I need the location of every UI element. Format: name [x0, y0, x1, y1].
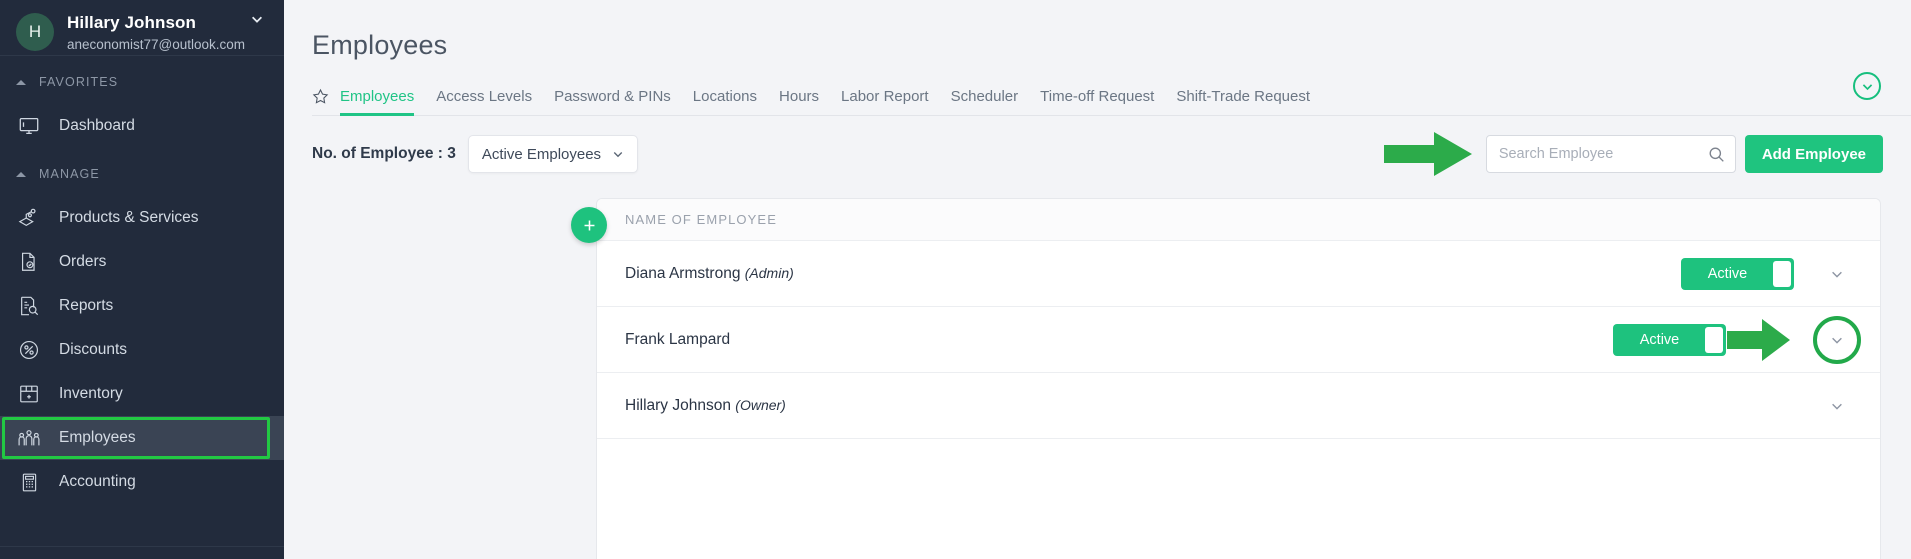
- search-icon[interactable]: [1708, 146, 1725, 163]
- row-expand-button[interactable]: [1794, 399, 1880, 413]
- tab-locations[interactable]: Locations: [693, 88, 757, 115]
- toolbar: No. of Employee : 3 Active Employees Sea…: [312, 132, 1883, 176]
- chevron-down-icon[interactable]: [250, 12, 264, 26]
- percent-badge-icon: [16, 337, 42, 363]
- page-title: Employees: [312, 30, 448, 60]
- row-actions: Active: [1613, 307, 1880, 373]
- sidebar: H Hillary Johnson aneconomist77@outlook.…: [0, 0, 284, 559]
- toggle-knob: [1773, 261, 1791, 287]
- tab-employees[interactable]: Employees: [340, 88, 415, 116]
- star-outline-icon[interactable]: [312, 88, 329, 105]
- sidebar-item-label: Accounting: [59, 473, 136, 490]
- row-actions: Active: [1681, 241, 1880, 307]
- triangle-up-icon: [16, 79, 26, 85]
- sidebar-item-label: Orders: [59, 253, 107, 270]
- sidebar-section-label: MANAGE: [39, 167, 100, 181]
- search-employee-field[interactable]: [1485, 135, 1736, 173]
- table-row[interactable]: Diana Armstrong (Admin) Active: [597, 241, 1880, 307]
- status-badge: Active: [1707, 266, 1748, 282]
- chevron-down-icon: [612, 148, 624, 160]
- add-employee-button[interactable]: Add Employee: [1744, 135, 1883, 173]
- employee-name-cell: Frank Lampard: [625, 331, 730, 349]
- sidebar-item-products-services[interactable]: Products & Services: [0, 196, 284, 240]
- employee-role: (Owner): [735, 396, 786, 413]
- monitor-icon: [16, 113, 42, 139]
- tab-password-pins[interactable]: Password & PINs: [554, 88, 671, 115]
- tab-bar: Employees Access Levels Password & PINs …: [312, 72, 1911, 116]
- employee-name: Hillary Johnson: [625, 396, 731, 414]
- sidebar-item-reports[interactable]: Reports: [0, 284, 284, 328]
- sidebar-section-manage[interactable]: MANAGE: [0, 152, 284, 196]
- tab-shift-trade-request[interactable]: Shift-Trade Request: [1176, 88, 1310, 115]
- tab-access-levels[interactable]: Access Levels: [436, 88, 532, 115]
- main-content: Employees Employees Access Levels Passwo…: [284, 0, 1911, 559]
- status-toggle[interactable]: Active: [1613, 324, 1726, 356]
- user-profile-header[interactable]: H Hillary Johnson aneconomist77@outlook.…: [0, 0, 284, 56]
- sidebar-section-favorites[interactable]: FAVORITES: [0, 60, 284, 104]
- sidebar-item-orders[interactable]: Orders: [0, 240, 284, 284]
- sidebar-item-label: Inventory: [59, 385, 123, 402]
- sidebar-item-accounting[interactable]: Accounting: [0, 460, 284, 504]
- row-expand-button[interactable]: [1794, 267, 1880, 281]
- search-input[interactable]: [1498, 146, 1708, 162]
- table-row[interactable]: Hillary Johnson (Owner): [597, 373, 1880, 439]
- sidebar-item-label: Dashboard: [59, 117, 135, 134]
- employee-filter-select[interactable]: Active Employees: [467, 135, 639, 173]
- add-row-plus-button[interactable]: [571, 207, 607, 243]
- green-arrow-right-icon: [1726, 317, 1792, 363]
- sidebar-item-label: Reports: [59, 297, 114, 314]
- sidebar-item-label: Employees: [59, 429, 136, 446]
- triangle-up-icon: [16, 171, 26, 177]
- status-badge: Active: [1639, 332, 1680, 348]
- user-name: Hillary Johnson: [67, 13, 197, 32]
- row-actions: [1794, 373, 1880, 439]
- products-icon: [16, 205, 42, 231]
- sidebar-section-label: FAVORITES: [39, 75, 119, 89]
- report-search-icon: [16, 293, 42, 319]
- sidebar-divider: [0, 546, 284, 547]
- user-email: aneconomist77@outlook.com: [67, 37, 246, 52]
- green-arrow-right-icon: [1382, 130, 1474, 178]
- people-group-icon: [16, 425, 42, 451]
- sidebar-item-inventory[interactable]: Inventory: [0, 372, 284, 416]
- toggle-knob: [1705, 327, 1723, 353]
- employee-name-cell: Hillary Johnson (Owner): [625, 397, 786, 415]
- tab-hours[interactable]: Hours: [779, 88, 819, 115]
- employee-name: Diana Armstrong: [625, 264, 741, 282]
- status-toggle[interactable]: Active: [1681, 258, 1794, 290]
- avatar: H: [16, 13, 54, 51]
- employee-table-card: NAME OF EMPLOYEE Diana Armstrong (Admin)…: [596, 198, 1881, 559]
- document-check-icon: [16, 249, 42, 275]
- app-root: H Hillary Johnson aneconomist77@outlook.…: [0, 0, 1911, 559]
- employee-count-label: No. of Employee : 3: [312, 145, 456, 162]
- tab-scheduler[interactable]: Scheduler: [951, 88, 1019, 115]
- sidebar-item-employees[interactable]: Employees: [0, 416, 284, 460]
- employee-name: Frank Lampard: [625, 330, 731, 348]
- table-column-header: NAME OF EMPLOYEE: [597, 199, 1880, 241]
- sidebar-item-dashboard[interactable]: Dashboard: [0, 104, 284, 148]
- employee-role: (Admin): [744, 264, 794, 281]
- toolbar-right-group: Add Employee: [1382, 132, 1883, 176]
- tab-labor-report[interactable]: Labor Report: [841, 88, 929, 115]
- chevron-down-circle-icon[interactable]: [1853, 72, 1881, 100]
- employee-name-cell: Diana Armstrong (Admin): [625, 265, 794, 283]
- calculator-icon: [16, 469, 42, 495]
- table-row[interactable]: Frank Lampard Active: [597, 307, 1880, 373]
- row-expand-button[interactable]: [1794, 316, 1880, 364]
- employee-filter-value: Active Employees: [481, 145, 602, 163]
- employees-highlight-box: [2, 417, 270, 459]
- sidebar-item-label: Products & Services: [59, 209, 199, 226]
- tab-time-off-request[interactable]: Time-off Request: [1040, 88, 1154, 115]
- sidebar-item-label: Discounts: [59, 341, 128, 358]
- sidebar-item-discounts[interactable]: Discounts: [0, 328, 284, 372]
- store-icon: [16, 381, 42, 407]
